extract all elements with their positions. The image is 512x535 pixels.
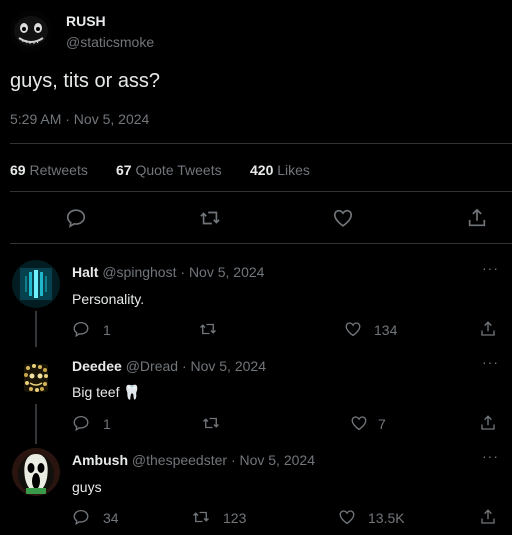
reply-header: Halt @spinghost · Nov 5, 2024 (72, 264, 264, 280)
retweet-icon[interactable] (192, 508, 210, 526)
tweet-text: guys, tits or ass? (10, 70, 161, 92)
reply-text-content: Big teef (72, 384, 120, 400)
author-name[interactable]: RUSH (66, 13, 106, 29)
reply-count: 1 (103, 322, 111, 338)
reply-date[interactable]: · Nov 5, 2024 (180, 264, 264, 280)
share-icon[interactable] (479, 508, 497, 526)
more-options-icon[interactable]: ··· (482, 354, 499, 370)
reply-author-name[interactable]: Halt (72, 264, 98, 280)
reply-text: Big teef 🦷 (72, 384, 141, 401)
quotes-label: Quote Tweets (135, 162, 222, 178)
like-count: 13.5K (368, 510, 405, 526)
thread-line (35, 404, 37, 444)
reply-text: Personality. (72, 291, 145, 307)
more-options-icon[interactable]: ··· (482, 448, 499, 464)
reply-author-name[interactable]: Ambush (72, 452, 128, 468)
retweet-icon[interactable] (202, 414, 220, 432)
tweet-actions (0, 204, 512, 230)
like-count: 7 (378, 416, 386, 432)
reply-icon[interactable] (72, 414, 90, 432)
tooth-emoji: 🦷 (123, 384, 141, 400)
thread-line (35, 311, 37, 347)
reply-author-handle[interactable]: @Dread (126, 358, 178, 374)
retweets-label: Retweets (29, 162, 88, 178)
reply-text: guys (72, 479, 102, 495)
retweets-stat[interactable]: 69 Retweets (10, 162, 88, 178)
divider (10, 143, 512, 144)
more-options-icon[interactable]: ··· (482, 260, 499, 276)
quotes-stat[interactable]: 67 Quote Tweets (116, 162, 222, 178)
avatar[interactable] (12, 354, 60, 402)
retweet-icon[interactable] (199, 207, 221, 229)
reply-header: Ambush @thespeedster · Nov 5, 2024 (72, 452, 315, 468)
divider (10, 191, 512, 192)
reply-header: Deedee @Dread · Nov 5, 2024 (72, 358, 266, 374)
retweet-count: 123 (223, 510, 247, 526)
reply-date[interactable]: · Nov 5, 2024 (231, 452, 315, 468)
reply-date[interactable]: · Nov 5, 2024 (182, 358, 266, 374)
reply-icon[interactable] (72, 320, 90, 338)
likes-stat[interactable]: 420 Likes (250, 162, 310, 178)
like-count: 134 (374, 322, 398, 338)
reply-author-handle[interactable]: @spinghost (102, 264, 176, 280)
reply-icon[interactable] (72, 508, 90, 526)
like-icon[interactable] (332, 207, 354, 229)
quotes-count: 67 (116, 162, 132, 178)
share-icon[interactable] (466, 207, 488, 229)
retweets-count: 69 (10, 162, 26, 178)
avatar[interactable] (12, 448, 60, 496)
like-icon[interactable] (338, 508, 356, 526)
avatar[interactable] (12, 260, 60, 308)
reply-author-name[interactable]: Deedee (72, 358, 122, 374)
tweet-timestamp[interactable]: 5:29 AM · Nov 5, 2024 (10, 111, 149, 127)
author-handle[interactable]: @staticsmoke (66, 34, 154, 50)
reply-count: 1 (103, 416, 111, 432)
reply-author-handle[interactable]: @thespeedster (132, 452, 227, 468)
share-icon[interactable] (479, 414, 497, 432)
reply-icon[interactable] (65, 207, 87, 229)
avatar[interactable] (10, 10, 52, 52)
reply-count: 34 (103, 510, 119, 526)
likes-count: 420 (250, 162, 274, 178)
divider (10, 243, 512, 244)
like-icon[interactable] (350, 414, 368, 432)
share-icon[interactable] (479, 320, 497, 338)
retweet-icon[interactable] (199, 320, 217, 338)
likes-label: Likes (277, 162, 310, 178)
like-icon[interactable] (344, 320, 362, 338)
